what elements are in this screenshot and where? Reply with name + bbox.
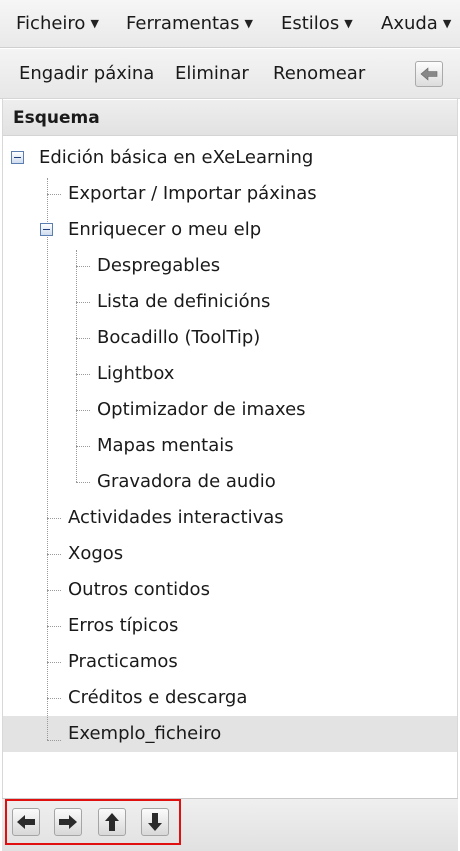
tree-node[interactable]: Lightbox xyxy=(97,356,174,392)
arrow-down-icon xyxy=(148,813,162,831)
arrow-up-icon xyxy=(105,813,119,831)
menu-bar: Ficheiro ▼ Ferramentas ▼ Estilos ▼ Axuda… xyxy=(0,0,460,48)
tree-node[interactable]: Lista de definicións xyxy=(97,284,270,320)
caret-down-icon: ▼ xyxy=(244,17,253,30)
menu-estilos[interactable]: Estilos ▼ xyxy=(281,0,353,48)
tree-node[interactable]: Erros típicos xyxy=(68,608,178,644)
move-up-button[interactable] xyxy=(98,808,126,836)
tree-line xyxy=(76,410,90,411)
arrow-right-icon xyxy=(59,815,77,829)
tree-node[interactable]: Actividades interactivas xyxy=(68,500,284,536)
tree-line xyxy=(76,338,90,339)
tree-node[interactable]: Bocadillo (ToolTip) xyxy=(97,320,260,356)
tree-line xyxy=(76,374,90,375)
tree-line xyxy=(76,250,77,482)
tree-line xyxy=(76,302,90,303)
tree-line xyxy=(47,590,61,591)
tree-line xyxy=(47,518,61,519)
tree-node[interactable]: Xogos xyxy=(68,536,123,572)
rename-button[interactable]: Renomear xyxy=(273,49,365,99)
delete-button[interactable]: Eliminar xyxy=(175,49,249,99)
tree-line xyxy=(47,662,61,663)
tree-line xyxy=(47,740,61,741)
collapse-panel-button[interactable] xyxy=(415,61,443,87)
caret-down-icon: ▼ xyxy=(442,17,452,30)
menu-ferramentas[interactable]: Ferramentas ▼ xyxy=(126,0,253,48)
caret-down-icon: ▼ xyxy=(344,17,353,30)
arrow-left-icon xyxy=(420,67,438,81)
tree-line xyxy=(47,178,48,740)
move-right-button[interactable] xyxy=(54,808,82,836)
menu-ficheiro-label: Ficheiro xyxy=(16,13,86,34)
tree-node[interactable]: Practicamos xyxy=(68,644,178,680)
add-page-button[interactable]: Engadir páxina xyxy=(19,49,154,99)
tree-line xyxy=(47,698,61,699)
menu-ficheiro[interactable]: Ficheiro ▼ xyxy=(16,0,99,48)
tree-line xyxy=(76,482,90,483)
tree-node[interactable]: Despregables xyxy=(97,248,220,284)
tree-line xyxy=(47,626,61,627)
caret-down-icon: ▼ xyxy=(90,17,99,30)
tree-node[interactable]: Gravadora de audio xyxy=(97,464,276,500)
tree-node[interactable]: Mapas mentais xyxy=(97,428,234,464)
move-left-button[interactable] xyxy=(12,808,40,836)
tree-node[interactable]: Exportar / Importar páxinas xyxy=(68,176,317,212)
tree-line xyxy=(47,554,61,555)
tree-line xyxy=(47,194,61,195)
arrow-left-icon xyxy=(17,815,35,829)
tree-line xyxy=(76,266,90,267)
tree-node[interactable]: Outros contidos xyxy=(68,572,210,608)
menu-axuda-label: Axuda xyxy=(381,13,438,34)
move-down-button[interactable] xyxy=(141,808,169,836)
menu-estilos-label: Estilos xyxy=(281,13,340,34)
menu-ferramentas-label: Ferramentas xyxy=(126,13,240,34)
collapse-toggle-icon[interactable] xyxy=(40,223,53,236)
tree-node[interactable]: Optimizador de imaxes xyxy=(97,392,306,428)
outline-toolbar: Engadir páxina Eliminar Renomear xyxy=(0,49,460,99)
menu-axuda[interactable]: Axuda ▼ xyxy=(381,0,451,48)
tree-node-root[interactable]: Edición básica en eXeLearning xyxy=(39,140,313,176)
tree-line xyxy=(76,446,90,447)
tree-node[interactable]: Créditos e descarga xyxy=(68,680,247,716)
collapse-toggle-icon[interactable] xyxy=(11,151,24,164)
outline-header: Esquema xyxy=(3,100,457,136)
tree-node[interactable]: Enriquecer o meu elp xyxy=(68,212,261,248)
tree-node-selected[interactable]: Exemplo_ficheiro xyxy=(68,716,221,752)
